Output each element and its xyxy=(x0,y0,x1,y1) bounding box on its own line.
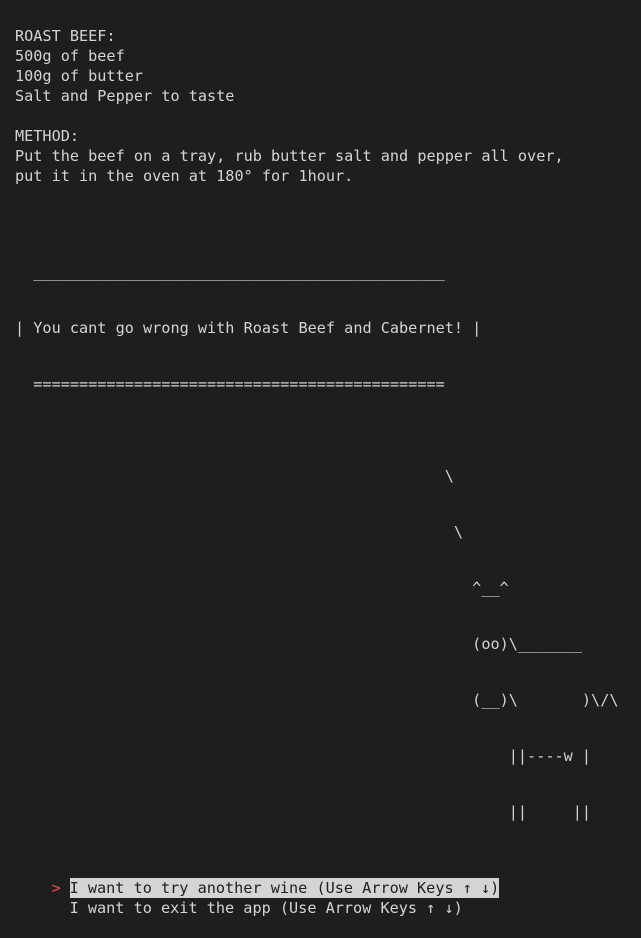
cow-art-line: \ xyxy=(15,523,464,541)
cow-art-line: (oo)\_______ xyxy=(15,635,582,653)
cow-art-line: \ xyxy=(15,467,454,485)
cow-art-line: (__)\ )\/\ xyxy=(15,691,619,709)
selection-pointer-icon: > xyxy=(51,879,61,897)
speech-bubble-top-border: ________________________________________… xyxy=(15,263,445,281)
recipe-title: ROAST BEEF: xyxy=(15,27,116,45)
menu-option-row: > I want to try another wine (Use Arrow K… xyxy=(15,858,635,898)
method-line: Put the beef on a tray, rub butter salt … xyxy=(15,147,564,165)
ingredient-line: Salt and Pepper to taste xyxy=(15,87,235,105)
method-line: put it in the oven at 180° for 1hour. xyxy=(15,167,354,185)
menu-option-exit-app[interactable]: I want to exit the app (Use Arrow Keys ↑… xyxy=(70,898,463,918)
menu-option-try-another-wine[interactable]: I want to try another wine (Use Arrow Ke… xyxy=(69,878,500,898)
cow-art-line: ^__^ xyxy=(15,579,509,597)
cow-ascii-art: \ \ ^__^ (oo)\_______ (__)\)\/\ ||----w… xyxy=(15,430,635,858)
cowsay-speech-bubble: ________________________________________… xyxy=(15,226,635,430)
cow-art-line: ||----w | xyxy=(15,747,592,765)
method-heading: METHOD: xyxy=(15,127,80,145)
ingredient-line: 500g of beef xyxy=(15,47,125,65)
ingredient-line: 100g of butter xyxy=(15,67,144,85)
speech-bubble-message: | You cant go wrong with Roast Beef and … xyxy=(15,319,482,337)
speech-bubble-bottom-border: ========================================… xyxy=(15,375,445,393)
cow-art-line: || || xyxy=(15,803,592,821)
terminal-window: ROAST BEEF: 500g of beef 100g of butter … xyxy=(15,26,635,917)
